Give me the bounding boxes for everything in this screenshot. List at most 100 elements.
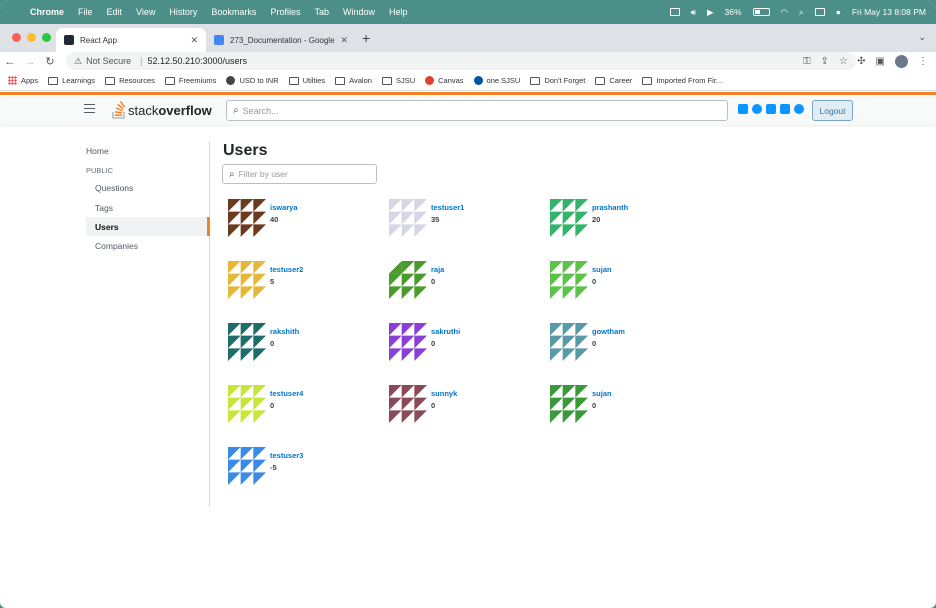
user-name-link[interactable]: testuser2 [270,265,303,274]
bookmark-resources[interactable]: Resources [105,76,155,85]
inbox-icon[interactable] [780,104,790,114]
user-identicon-avatar[interactable] [550,323,588,361]
battery-icon[interactable] [752,8,770,16]
user-name-link[interactable]: rakshith [270,327,299,336]
user-card[interactable]: sujan 0 [544,261,694,301]
menu-bookmarks[interactable]: Bookmarks [211,7,256,17]
bookmark-usd-to-inr[interactable]: USD to INR [226,76,279,85]
user-name-link[interactable]: sujan [592,389,612,398]
maximize-window-button[interactable] [42,33,51,42]
user-identicon-avatar[interactable] [228,261,266,299]
forward-button[interactable]: → [20,56,40,68]
volume-icon[interactable]: 🔊︎ [691,7,696,18]
bookmark-learnings[interactable]: Learnings [48,76,95,85]
minimize-window-button[interactable] [27,33,36,42]
user-identicon-avatar[interactable] [389,261,427,299]
bookmark-sjsu[interactable]: SJSU [381,76,415,85]
user-name-link[interactable]: testuser1 [431,203,464,212]
bookmark-utilties[interactable]: Utilties [288,76,325,85]
tab-close-icon[interactable]: ✕ [190,35,198,46]
user-card[interactable]: sunnyk 0 [383,385,533,425]
sidebar-item-tags[interactable]: Tags [86,198,210,217]
share-icon[interactable]: ⇪ [821,56,829,67]
user-name-link[interactable]: raja [431,265,444,274]
stackoverflow-logo[interactable]: stack overflow [112,99,212,121]
user-identicon-avatar[interactable] [228,447,266,485]
user-identicon-avatar[interactable] [550,385,588,423]
hamburger-menu-icon[interactable] [84,104,95,113]
sidebar-item-companies[interactable]: Companies [86,236,210,255]
address-bar[interactable]: ⚠ Not Secure | 52.12.50.210:3000/users ⚿… [66,52,856,70]
menubar-clock[interactable]: Fri May 13 8:08 PM [852,7,926,17]
control-center-icon[interactable] [814,8,825,16]
user-card[interactable]: iswarya 40 [222,199,372,239]
bookmark-dont-forget[interactable]: Don't Forget [530,76,585,85]
side-panel-icon[interactable]: ▣ [876,56,885,67]
user-card[interactable]: gowtham 0 [544,323,694,363]
tab-close-icon[interactable]: ✕ [340,35,348,46]
url-text[interactable]: 52.12.50.210:3000/users [147,56,247,66]
user-card[interactable]: testuser2 5 [222,261,372,301]
sidebar-item-home[interactable]: Home [86,141,210,160]
menu-tab[interactable]: Tab [314,7,329,17]
user-identicon-avatar[interactable] [550,261,588,299]
user-name-link[interactable]: iswarya [270,203,298,212]
user-identicon-avatar[interactable] [389,199,427,237]
play-icon[interactable]: ▶︎ [707,7,714,18]
bookmark-canvas[interactable]: Canvas [425,76,464,85]
check-badge-icon[interactable] [752,104,762,114]
user-name-link[interactable]: sakruthi [431,327,460,336]
warning-icon[interactable]: ⚠ [74,56,82,67]
menu-profiles[interactable]: Profiles [270,7,300,17]
menu-window[interactable]: Window [343,7,375,17]
menu-app-name[interactable]: Chrome [30,7,64,17]
user-card[interactable]: sakruthi 0 [383,323,533,363]
wifi-icon[interactable]: ◠ [781,7,788,18]
bookmark-imported[interactable]: Imported From Fir... [642,76,722,85]
user-card[interactable]: testuser4 0 [222,385,372,425]
display-icon[interactable] [669,8,680,16]
bookmark-freemiums[interactable]: Freemiums [164,76,216,85]
user-identicon-avatar[interactable] [228,385,266,423]
profile-avatar[interactable] [895,55,908,68]
user-icon[interactable] [794,104,804,114]
user-card[interactable]: raja 0 [383,261,533,301]
bookmark-one-sjsu[interactable]: one.SJSU [473,76,520,85]
user-card[interactable]: testuser1 35 [383,199,533,239]
user-identicon-avatar[interactable] [389,323,427,361]
star-icon[interactable]: ☆ [839,56,848,67]
user-identicon-avatar[interactable] [389,385,427,423]
sidebar-item-questions[interactable]: Questions [86,178,210,197]
user-name-link[interactable]: testuser3 [270,451,303,460]
close-window-button[interactable] [12,33,21,42]
user-identicon-avatar[interactable] [228,323,266,361]
user-name-link[interactable]: sujan [592,265,612,274]
menu-edit[interactable]: Edit [107,7,123,17]
user-card[interactable]: sujan 0 [544,385,694,425]
key-icon[interactable]: ⚿ [803,56,811,67]
user-name-link[interactable]: sunnyk [431,389,457,398]
user-card[interactable]: testuser3 -5 [222,447,372,487]
menu-view[interactable]: View [136,7,155,17]
more-menu-icon[interactable]: ⋮ [918,56,928,67]
extensions-icon[interactable]: ✣ [857,56,865,67]
menu-history[interactable]: History [169,7,197,17]
menu-help[interactable]: Help [389,7,408,17]
reload-button[interactable]: ↻ [40,55,60,68]
site-search-input[interactable]: ⌕ Search... [226,100,728,121]
user-card[interactable]: prashanth 20 [544,199,694,239]
filter-users-input[interactable]: ⌕ Filter by user [222,164,377,184]
security-label[interactable]: Not Secure [86,56,131,66]
tab-documentation[interactable]: 273_Documentation - Google D ✕ [206,28,356,52]
menu-file[interactable]: File [78,7,93,17]
user-identicon-avatar[interactable] [550,199,588,237]
questions-icon[interactable] [738,104,748,114]
sidebar-item-users[interactable]: Users [86,217,210,236]
tab-react-app[interactable]: React App ✕ [56,28,206,52]
user-name-link[interactable]: testuser4 [270,389,303,398]
user-card[interactable]: rakshith 0 [222,323,372,363]
tags-icon[interactable] [766,104,776,114]
bookmark-career[interactable]: Career [595,76,632,85]
bookmark-apps[interactable]: Apps [8,76,38,85]
logout-button[interactable]: Logout [812,100,853,121]
